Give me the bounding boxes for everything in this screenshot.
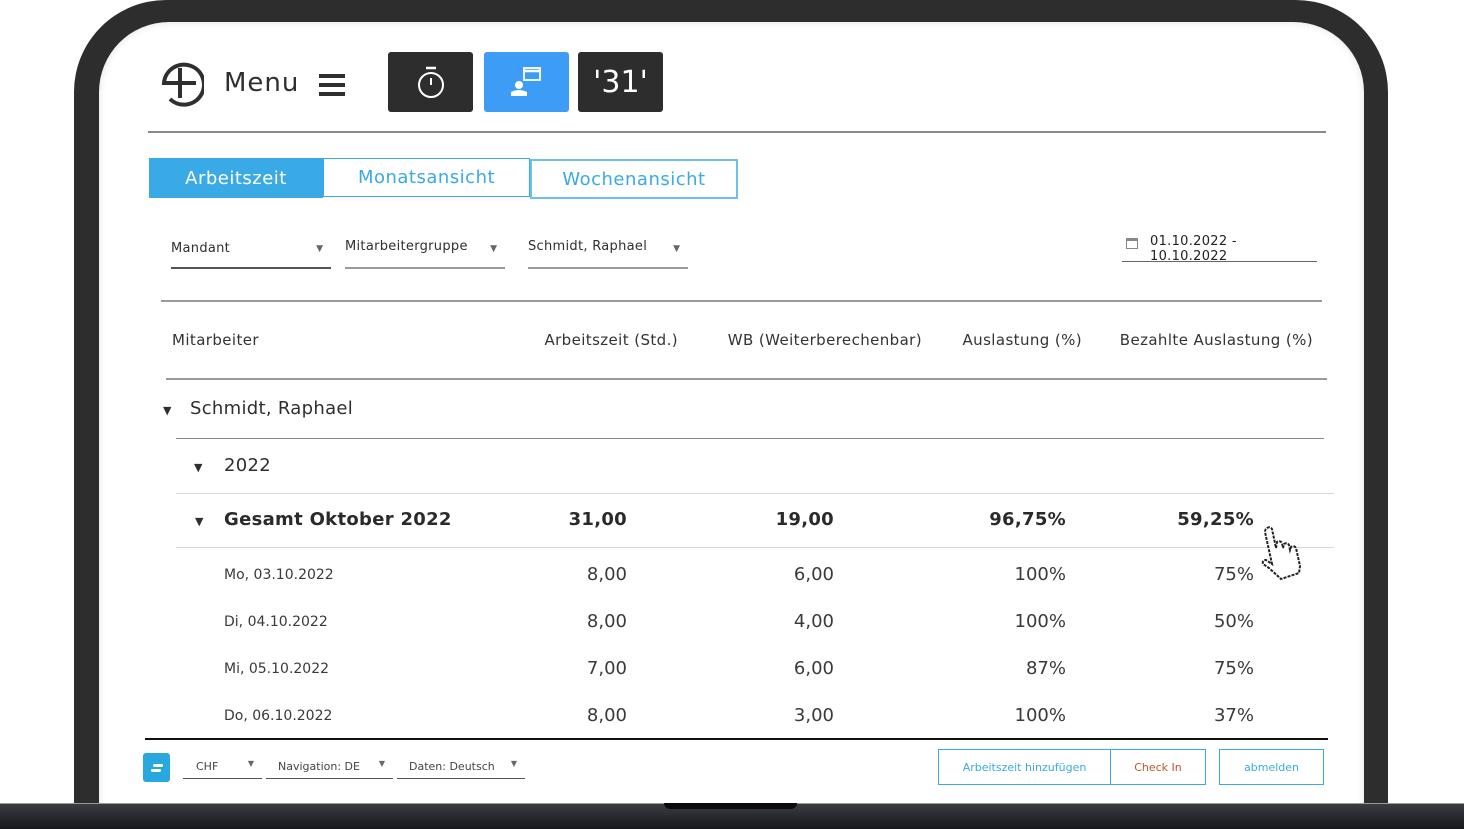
mitarbeiter-dropdown[interactable]: Schmidt, Raphael ▼ <box>528 233 688 269</box>
chevron-down-icon: ▼ <box>490 244 497 254</box>
chevron-down-icon: ▼ <box>673 244 680 254</box>
switch-arrows-icon <box>150 763 163 772</box>
row-bezahlte-auslastung: 75% <box>1213 564 1254 585</box>
currency-value: CHF <box>196 760 219 773</box>
table-row[interactable]: Mi, 05.10.2022 7,00 6,00 87% 75% <box>99 658 1364 682</box>
date-range-value: 01.10.2022 - 10.10.2022 <box>1150 234 1237 264</box>
row-bezahlte-auslastung: 50% <box>1213 611 1254 632</box>
row-date: Do, 06.10.2022 <box>224 708 333 724</box>
column-header-auslastung[interactable]: Auslastung (%) <box>963 331 1083 349</box>
table-row[interactable]: Di, 04.10.2022 8,00 4,00 100% 50% <box>99 611 1364 635</box>
total-arbeitszeit: 31,00 <box>568 509 627 530</box>
tab-arbeitszeit[interactable]: Arbeitszeit <box>149 158 323 198</box>
navigation-language-value: Navigation: DE <box>278 760 360 773</box>
hand-pointer-cursor-icon <box>1261 526 1302 581</box>
year-label: 2022 <box>224 455 272 476</box>
row-auslastung: 100% <box>1014 705 1066 726</box>
row-date: Di, 04.10.2022 <box>224 614 328 630</box>
row-wb: 6,00 <box>793 658 834 679</box>
mitarbeitergruppe-dropdown[interactable]: Mitarbeitergruppe ▼ <box>345 233 505 269</box>
footer-divider <box>145 738 1328 740</box>
collapse-triangle-icon[interactable]: ▼ <box>195 515 204 528</box>
collapse-triangle-icon[interactable]: ▼ <box>194 461 203 474</box>
hamburger-menu-icon[interactable] <box>319 74 345 96</box>
chevron-down-icon: ▼ <box>378 759 385 768</box>
row-auslastung: 100% <box>1014 611 1066 632</box>
row-divider <box>176 438 1324 439</box>
employee-view-button[interactable] <box>484 52 569 112</box>
column-header-arbeitszeit[interactable]: Arbeitszeit (Std.) <box>544 331 678 349</box>
tab-monatsansicht[interactable]: Monatsansicht <box>323 158 530 197</box>
timer-button[interactable] <box>388 52 473 112</box>
filter-divider <box>161 300 1322 302</box>
row-divider <box>176 547 1334 548</box>
row-divider <box>176 493 1334 494</box>
row-wb: 4,00 <box>793 611 834 632</box>
tab-wochenansicht[interactable]: Wochenansicht <box>530 159 738 199</box>
person-window-icon <box>510 67 541 96</box>
month-total-label: Gesamt Oktober 2022 <box>224 509 452 530</box>
row-arbeitszeit: 8,00 <box>586 564 627 585</box>
total-wb: 19,00 <box>775 509 834 530</box>
mitarbeiter-dropdown-label: Schmidt, Raphael <box>528 239 648 254</box>
row-bezahlte-auslastung: 37% <box>1213 705 1254 726</box>
row-arbeitszeit: 8,00 <box>586 611 627 632</box>
column-header-mitarbeiter[interactable]: Mitarbeiter <box>172 331 259 349</box>
check-in-button[interactable]: Check In <box>1110 749 1206 785</box>
logout-button[interactable]: abmelden <box>1219 749 1324 785</box>
chevron-down-icon: ▼ <box>510 759 517 768</box>
data-language-dropdown[interactable]: Daten: Deutsch ▼ <box>397 753 525 779</box>
header-divider <box>148 131 1326 133</box>
mandant-dropdown-label: Mandant <box>171 241 231 256</box>
view-tabs: Arbeitszeit Monatsansicht Wochenansicht <box>149 158 738 199</box>
table-row[interactable]: Mo, 03.10.2022 8,00 6,00 100% 75% <box>99 564 1364 588</box>
menu-label[interactable]: Menu <box>224 68 299 98</box>
row-date: Mo, 03.10.2022 <box>224 567 334 583</box>
footer-app-icon[interactable] <box>143 753 170 782</box>
stopwatch-icon <box>417 66 444 98</box>
mitarbeitergruppe-dropdown-label: Mitarbeitergruppe <box>345 239 468 254</box>
row-arbeitszeit: 7,00 <box>586 658 627 679</box>
add-working-time-button[interactable]: Arbeitszeit hinzufügen <box>938 749 1111 785</box>
row-arbeitszeit: 8,00 <box>586 705 627 726</box>
collapse-triangle-icon[interactable]: ▼ <box>163 404 172 417</box>
calendar-button[interactable]: '31' <box>578 52 663 112</box>
row-bezahlte-auslastung: 75% <box>1213 658 1254 679</box>
row-date: Mi, 05.10.2022 <box>224 661 330 677</box>
row-auslastung: 87% <box>1025 658 1066 679</box>
column-header-wb[interactable]: WB (Weiterberechenbar) <box>728 331 922 349</box>
person-name: Schmidt, Raphael <box>190 398 354 419</box>
row-wb: 3,00 <box>793 705 834 726</box>
date-range-picker[interactable]: 01.10.2022 - 10.10.2022 <box>1122 230 1317 264</box>
column-header-bezahlte-auslastung[interactable]: Bezahlte Auslastung (%) <box>1120 331 1313 349</box>
navigation-language-dropdown[interactable]: Navigation: DE ▼ <box>266 753 393 779</box>
calendar-icon <box>1126 238 1138 249</box>
data-language-value: Daten: Deutsch <box>409 760 495 773</box>
app-screen: Menu '31' Arbeitszeit Monatsansicht Woch… <box>99 22 1364 812</box>
currency-dropdown[interactable]: CHF ▼ <box>183 753 262 779</box>
app-logo-icon[interactable] <box>156 59 204 107</box>
total-auslastung: 96,75% <box>989 509 1066 530</box>
month-total-row[interactable]: ▼ Gesamt Oktober 2022 31,00 19,00 96,75%… <box>99 509 1364 535</box>
row-auslastung: 100% <box>1014 564 1066 585</box>
row-wb: 6,00 <box>793 564 834 585</box>
device-notch <box>664 803 797 809</box>
mandant-dropdown[interactable]: Mandant ▼ <box>171 233 331 269</box>
table-row[interactable]: Do, 06.10.2022 8,00 3,00 100% 37% <box>99 705 1364 729</box>
chevron-down-icon: ▼ <box>247 759 254 768</box>
table-header-divider <box>166 378 1327 380</box>
total-bezahlte-auslastung: 59,25% <box>1177 509 1254 530</box>
chevron-down-icon: ▼ <box>316 244 323 254</box>
